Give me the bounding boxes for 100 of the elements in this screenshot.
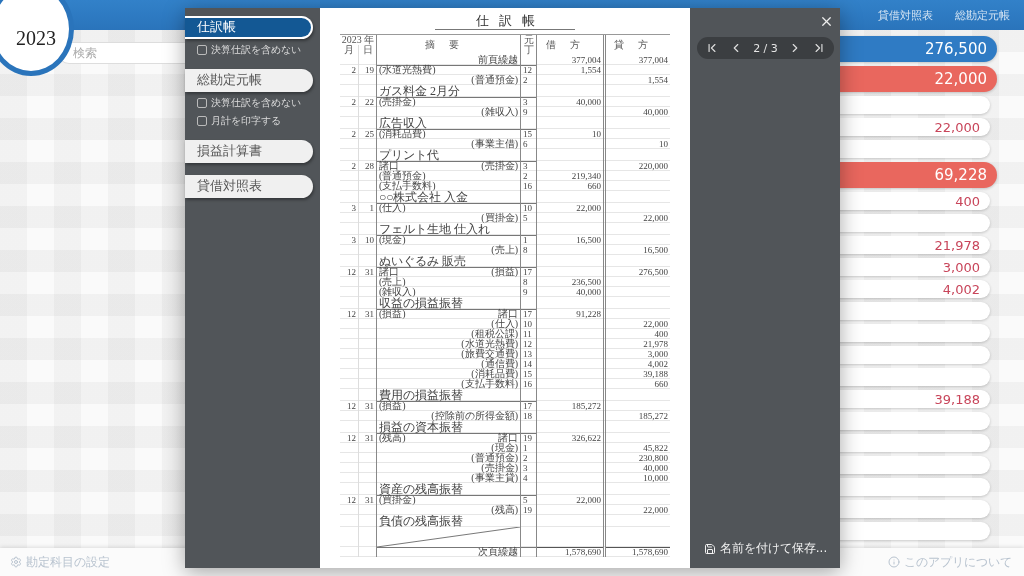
ref-cell: 1 [520,443,536,453]
amount-cell: 10 [603,139,670,149]
debit-header: 借方 [536,35,603,55]
account-text: (消耗品費) [379,129,426,139]
account-text: (現金) [491,443,518,453]
memo-text: ガス料金 2月分 [376,85,520,97]
amount-cell: 185,272 [536,401,603,411]
month-cell: 12 [340,267,358,277]
ref-cell: 1 [520,235,536,245]
amount-cell: 4,002 [603,359,670,369]
memo-text: プリント代 [376,149,520,161]
ref-cell: 16 [520,379,536,389]
account-text: (買掛金) [379,495,416,505]
account-text: (普通預金) [471,75,518,85]
day-cell: 22 [358,97,376,107]
day-cell: 1 [358,203,376,213]
report-tab[interactable]: 損益計算書 [185,140,313,163]
account-text: (仕入) [491,319,518,329]
month-cell: 12 [340,433,358,443]
month-header: 月 [343,45,355,55]
ref-cell: 11 [520,329,536,339]
account-text: (水道光熱費) [461,339,518,349]
amount-cell: 40,000 [603,107,670,117]
account-text: (旅費交通費) [461,349,518,359]
memo-text: フェルト生地 仕入れ [376,223,520,235]
account-text: (現金) [379,235,406,245]
header-link[interactable]: 総勘定元帳 [955,7,1010,23]
account-text: (残高) [491,505,518,515]
option-label: 決算仕訳を含めない [211,43,301,57]
first-page-icon[interactable] [705,41,719,55]
month-cell: 2 [340,161,358,171]
memo-text: 損益の資本振替 [376,421,520,433]
option-label: 月計を印字する [211,114,281,128]
save-icon [703,542,716,555]
ref-cell: 9 [520,287,536,297]
report-tab[interactable]: 総勘定元帳 [185,69,313,92]
month-cell: 12 [340,309,358,319]
description-header: 摘要 [376,35,520,55]
ref-cell: 2 [520,75,536,85]
amount-cell: 3,000 [603,349,670,359]
memo-text: 広告収入 [376,117,520,129]
amount-cell: 22,000 [536,495,603,505]
amount-cell: 40,000 [536,287,603,297]
memo-text: ○○株式会社 入金 [376,191,520,203]
info-icon [888,556,900,568]
account-text: 前頁繰越 [478,55,518,65]
amount-cell: 220,000 [603,161,670,171]
amount-cell: 40,000 [536,97,603,107]
account-text: (仕入) [379,203,406,213]
header-link[interactable]: 貸借対照表 [878,7,933,23]
credit-header: 貸方 [603,35,670,55]
ref-cell: 13 [520,349,536,359]
amount-cell: 91,228 [536,309,603,319]
ref-cell: 2 [520,171,536,181]
year-badge[interactable]: 2023 [0,0,74,76]
day-cell: 25 [358,129,376,139]
save-as-button[interactable]: 名前を付けて保存... [697,539,834,558]
ref-cell: 8 [520,277,536,287]
checkbox[interactable] [197,98,207,108]
amount-cell: 21,978 [603,339,670,349]
amount-cell: 377,004 [603,55,670,65]
amount-cell: 660 [603,379,670,389]
account-text: 諸口 [498,433,518,443]
day-cell: 31 [358,495,376,505]
amount-cell: 1,554 [536,65,603,75]
amount-cell: 40,000 [603,463,670,473]
checkbox[interactable] [197,116,207,126]
ref-cell: 3 [520,97,536,107]
month-cell: 3 [340,235,358,245]
day-cell: 31 [358,401,376,411]
ref-cell: 9 [520,107,536,117]
account-text: 諸口 [379,267,399,277]
account-text: (通信費) [481,359,518,369]
amount-cell: 10,000 [603,473,670,483]
amount-cell: 1,554 [603,75,670,85]
option-label: 決算仕訳を含めない [211,96,301,110]
amount-cell: 326,622 [536,433,603,443]
report-tab[interactable]: 貸借対照表 [185,175,313,198]
amount-cell: 16,500 [536,235,603,245]
ref-cell: 19 [520,505,536,515]
amount-cell: 1,578,690 [603,547,670,557]
amount-cell: 16,500 [603,245,670,255]
account-text: (事業主借) [471,139,518,149]
account-text: (普通預金) [471,453,518,463]
amount-cell: 377,004 [536,55,603,65]
checkbox[interactable] [197,45,207,55]
year-header: 2023 年 [340,35,376,45]
account-text: (売上) [491,245,518,255]
amount-cell: 400 [603,329,670,339]
amount-cell: 230,800 [603,453,670,463]
account-text: 諸口 [498,309,518,319]
account-text: (雑収入) [379,287,416,297]
ref-header: 元丁 [524,35,534,55]
ref-cell: 10 [520,203,536,213]
day-cell: 10 [358,235,376,245]
report-tab[interactable]: 仕訳帳 [185,16,313,39]
account-text: (損益) [379,401,406,411]
close-icon[interactable] [819,14,834,29]
ref-cell: 3 [520,463,536,473]
amount-cell: 39,188 [603,369,670,379]
